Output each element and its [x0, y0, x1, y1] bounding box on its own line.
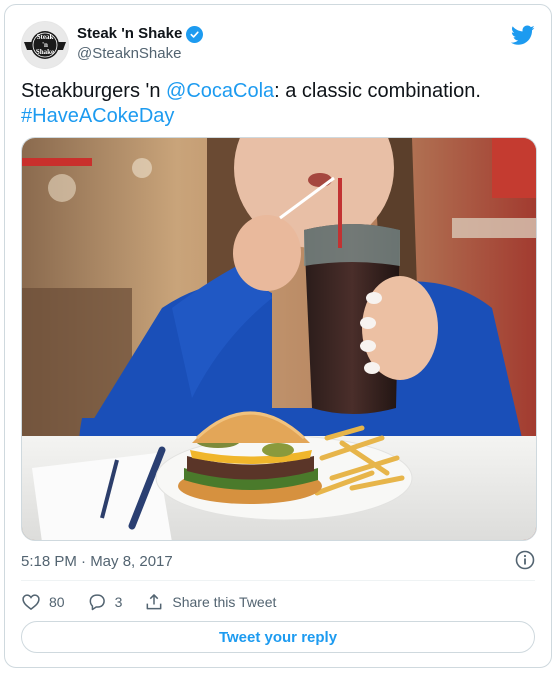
author-handle[interactable]: @SteaknShake: [77, 44, 203, 64]
like-action[interactable]: 80: [21, 592, 65, 612]
tweet-reply-button[interactable]: Tweet your reply: [21, 621, 535, 653]
reply-count: 3: [114, 594, 123, 610]
tweet-header: Steak 'n Shake Steak 'n Shake @SteaknSha…: [21, 21, 535, 69]
tweet-text-middle: : a classic combination.: [274, 80, 481, 102]
tweet-text-prefix: Steakburgers 'n: [21, 80, 167, 102]
divider: [21, 580, 535, 581]
like-count: 80: [49, 594, 65, 610]
hashtag-link[interactable]: #HaveACokeDay: [21, 105, 174, 127]
tweet-card: Steak 'n Shake Steak 'n Shake @SteaknSha…: [4, 4, 552, 668]
display-name-text[interactable]: Steak 'n Shake: [77, 24, 182, 44]
author-display-name[interactable]: Steak 'n Shake: [77, 24, 204, 44]
reply-action[interactable]: 3: [87, 592, 123, 612]
mention-link[interactable]: @CocaCola: [166, 80, 274, 102]
speech-bubble-icon[interactable]: [87, 592, 107, 612]
tweet-actions: 80 3 Share this Tweet: [21, 591, 298, 613]
twitter-bird-icon[interactable]: [511, 23, 535, 47]
share-label: Share this Tweet: [172, 594, 277, 610]
avatar[interactable]: Steak 'n Shake: [21, 21, 69, 69]
avatar-text: Steak 'n Shake: [35, 33, 55, 56]
verified-badge-icon: [186, 25, 204, 43]
heart-icon[interactable]: [21, 592, 41, 612]
tweet-photo[interactable]: [21, 137, 537, 541]
photo-illustration: [22, 138, 536, 540]
tweet-text: Steakburgers 'n @CocaCola: a classic com…: [21, 79, 521, 129]
tweet-timestamp[interactable]: 5:18 PM · May 8, 2017: [21, 553, 173, 570]
share-action[interactable]: Share this Tweet: [144, 592, 276, 612]
info-icon[interactable]: [515, 550, 535, 570]
share-upload-icon[interactable]: [144, 592, 164, 612]
author-names: Steak 'n Shake @SteaknShake: [77, 24, 204, 64]
